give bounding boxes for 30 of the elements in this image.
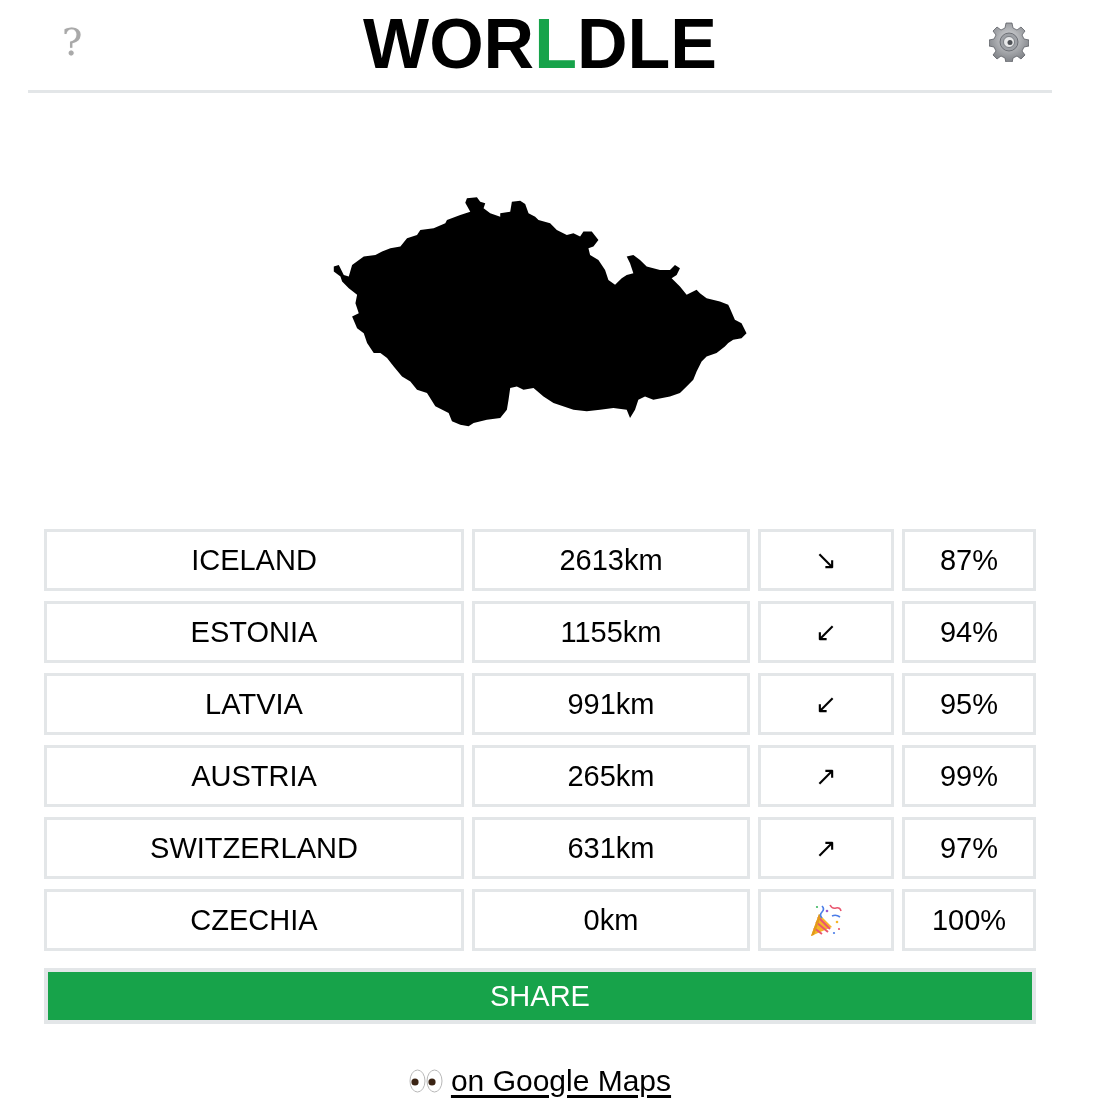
proximity-cell: 95% bbox=[902, 673, 1036, 735]
country-cell: ICELAND bbox=[44, 529, 464, 591]
settings-button[interactable] bbox=[988, 21, 1030, 63]
distance-cell: 631km bbox=[472, 817, 750, 879]
country-cell: ESTONIA bbox=[44, 601, 464, 663]
proximity-cell: 87% bbox=[902, 529, 1036, 591]
settings-icon bbox=[989, 22, 1029, 62]
country-cell: CZECHIA bbox=[44, 889, 464, 951]
eyes-icon bbox=[408, 1069, 443, 1093]
direction-arrow: ↙ bbox=[815, 691, 837, 717]
distance-cell: 265km bbox=[472, 745, 750, 807]
proximity-cell: 99% bbox=[902, 745, 1036, 807]
proximity-cell: 100% bbox=[902, 889, 1036, 951]
distance-cell: 991km bbox=[472, 673, 750, 735]
proximity-cell: 97% bbox=[902, 817, 1036, 879]
country-cell: SWITZERLAND bbox=[44, 817, 464, 879]
country-cell: AUSTRIA bbox=[44, 745, 464, 807]
direction-arrow: ↘ bbox=[815, 547, 837, 573]
distance-cell: 1155km bbox=[472, 601, 750, 663]
share-button[interactable]: SHARE bbox=[44, 968, 1036, 1024]
distance-cell: 0km bbox=[472, 889, 750, 951]
distance-cell: 2613km bbox=[472, 529, 750, 591]
app-title: WORLDLE bbox=[363, 9, 717, 79]
direction-arrow: ↗ bbox=[815, 835, 837, 861]
direction-arrow: ↙ bbox=[815, 619, 837, 645]
country-cell: LATVIA bbox=[44, 673, 464, 735]
direction-arrow: ↗ bbox=[815, 763, 837, 789]
google-maps-link[interactable]: on Google Maps bbox=[408, 1064, 672, 1098]
proximity-cell: 94% bbox=[902, 601, 1036, 663]
help-button[interactable]: ? bbox=[60, 23, 85, 61]
